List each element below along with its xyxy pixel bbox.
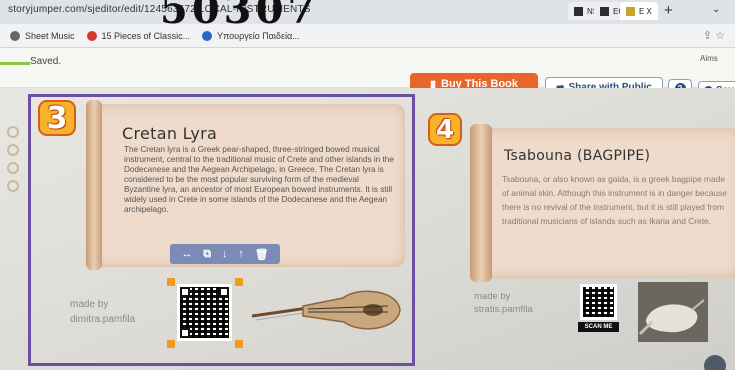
next-page-button[interactable] <box>704 355 726 370</box>
made-by-label: made by <box>70 299 109 310</box>
gear-icon <box>10 30 20 41</box>
bookmark-label: Υπουργείο Παιδεία... <box>217 30 300 41</box>
author-name: stratis.pamfila <box>474 304 533 315</box>
tab-favicon <box>600 6 609 16</box>
resize-handle[interactable] <box>235 340 243 348</box>
page-number-badge: 4 <box>428 113 462 146</box>
aims-label[interactable]: Aims <box>700 54 718 63</box>
resize-handle[interactable] <box>167 278 175 286</box>
author-name: dimitra.pamfila <box>70 314 136 325</box>
qr-pattern <box>583 287 614 317</box>
tsabouna-image[interactable] <box>638 282 708 342</box>
red-record-icon <box>86 30 97 41</box>
bookmarks-bar: Sheet Music 15 Pieces of Classic... Υπου… <box>0 24 735 48</box>
resize-handle[interactable] <box>167 340 175 348</box>
new-tab-button[interactable]: + <box>664 2 673 19</box>
qr-code[interactable] <box>580 284 617 320</box>
move-up-icon[interactable]: ↑ <box>238 248 244 260</box>
chevron-down-icon[interactable]: ⌄ <box>712 4 720 15</box>
tab-favicon <box>626 6 635 16</box>
tab-favicon <box>574 6 583 16</box>
scan-me-label: SCAN ME <box>578 322 619 332</box>
lyra-image[interactable] <box>248 276 408 346</box>
scroll-rod <box>86 100 102 270</box>
duplicate-icon[interactable]: ⧉ <box>203 248 211 261</box>
tab-label: E X <box>639 6 652 16</box>
saved-status: Saved. <box>30 56 62 67</box>
made-by-label: made by <box>474 291 511 302</box>
binding-rings <box>3 120 23 230</box>
scroll-rod <box>470 124 492 282</box>
card-body: Tsabouna, or also known as gaida, is a g… <box>502 174 727 226</box>
bookmark-ministry[interactable]: Υπουργείο Παιδεία... <box>202 30 300 41</box>
browser-tab-active[interactable]: E X <box>620 2 658 20</box>
brand-accent-line <box>0 62 30 65</box>
card-body: The Cretan lyra is a Greek pear-shaped, … <box>124 145 394 214</box>
resize-handle[interactable] <box>235 278 243 286</box>
qr-code[interactable] <box>177 284 232 341</box>
credit-block: made by stratis.pamfila <box>474 290 533 316</box>
bookmark-classic-pieces[interactable]: 15 Pieces of Classic... <box>86 30 191 41</box>
edit-toolbar: ↔ ⧉ ↓ ↑ 🗑 <box>170 244 280 264</box>
card-title: Cretan Lyra <box>122 124 218 143</box>
browser-tab-strip: storyjumper.com/sjeditor/edit/124563672/… <box>0 0 735 33</box>
bookmark-label: Sheet Music <box>25 30 75 41</box>
resize-icon[interactable]: ↔ <box>181 248 192 260</box>
card-title: Tsabouna (BAGPIPE) <box>504 148 651 164</box>
extension-icons[interactable]: ⇪ ☆ <box>703 29 725 42</box>
move-down-icon[interactable]: ↓ <box>222 248 228 260</box>
credit-block: made by dimitra.pamfila <box>70 297 135 327</box>
bookmark-sheet-music[interactable]: Sheet Music <box>10 30 75 41</box>
page-number-badge: 3 <box>38 100 76 136</box>
trash-icon[interactable]: 🗑 <box>255 248 269 261</box>
blue-globe-icon <box>202 30 213 41</box>
bookmark-label: 15 Pieces of Classic... <box>101 30 191 41</box>
